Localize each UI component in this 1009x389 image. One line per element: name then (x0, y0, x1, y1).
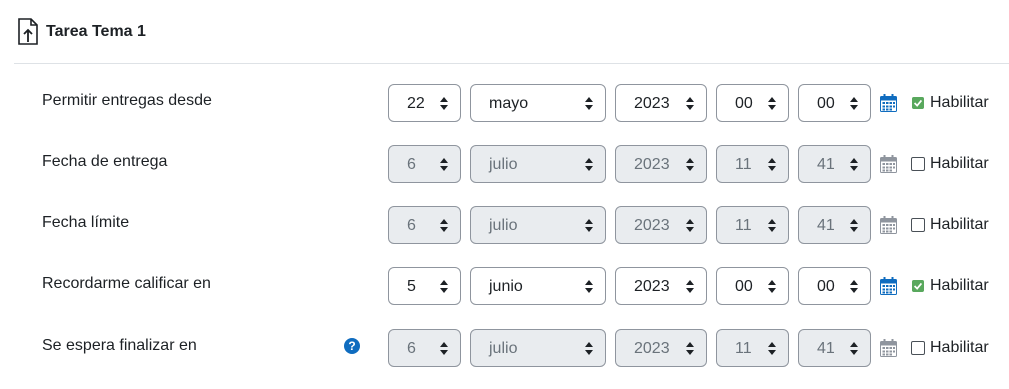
day-select[interactable]: 6 (388, 206, 461, 244)
month-select[interactable]: julio (470, 145, 606, 183)
month-select[interactable]: julio (470, 206, 606, 244)
page-title: Tarea Tema 1 (46, 23, 146, 40)
sort-arrows-icon (768, 342, 776, 355)
calendar-icon[interactable] (880, 216, 897, 234)
year-select[interactable]: 2023 (615, 145, 707, 183)
month-select[interactable]: mayo (470, 84, 606, 122)
sort-arrows-icon (850, 280, 858, 293)
hour-select[interactable]: 00 (716, 267, 789, 305)
enable-checkbox[interactable] (911, 157, 925, 171)
enable-label[interactable]: Habilitar (930, 277, 989, 295)
enable-checkbox[interactable] (911, 341, 925, 355)
row-label: Fecha límite (42, 214, 130, 231)
date-row-expected-completion: Se espera finalizar en ? 6 julio 2023 11… (0, 329, 1009, 369)
calendar-icon[interactable] (880, 94, 897, 112)
header-divider (14, 63, 1009, 64)
month-select[interactable]: junio (470, 267, 606, 305)
sort-arrows-icon (850, 342, 858, 355)
sort-arrows-icon (440, 158, 448, 171)
hour-select[interactable]: 00 (716, 84, 789, 122)
sort-arrows-icon (440, 219, 448, 232)
year-select[interactable]: 2023 (615, 329, 707, 367)
sort-arrows-icon (686, 158, 694, 171)
date-row-due-date: Fecha de entrega 6 julio 2023 11 41 Habi… (0, 145, 1009, 185)
sort-arrows-icon (768, 280, 776, 293)
year-select[interactable]: 2023 (615, 267, 707, 305)
enable-checkbox[interactable] (911, 218, 925, 232)
month-select[interactable]: julio (470, 329, 606, 367)
sort-arrows-icon (850, 219, 858, 232)
enable-label[interactable]: Habilitar (930, 94, 989, 112)
day-select[interactable]: 22 (388, 84, 461, 122)
help-icon[interactable]: ? (344, 338, 360, 354)
date-row-grading-reminder: Recordarme calificar en 5 junio 2023 00 … (0, 267, 1009, 307)
sort-arrows-icon (585, 219, 593, 232)
minute-select[interactable]: 41 (798, 329, 871, 367)
sort-arrows-icon (440, 97, 448, 110)
enable-checkbox[interactable] (911, 279, 925, 293)
sort-arrows-icon (768, 97, 776, 110)
sort-arrows-icon (768, 158, 776, 171)
year-select[interactable]: 2023 (615, 84, 707, 122)
sort-arrows-icon (440, 342, 448, 355)
date-row-cutoff-date: Fecha límite 6 julio 2023 11 41 Habilita… (0, 206, 1009, 246)
year-select[interactable]: 2023 (615, 206, 707, 244)
minute-select[interactable]: 41 (798, 206, 871, 244)
sort-arrows-icon (686, 219, 694, 232)
calendar-icon[interactable] (880, 277, 897, 295)
sort-arrows-icon (850, 97, 858, 110)
sort-arrows-icon (585, 158, 593, 171)
minute-select[interactable]: 41 (798, 145, 871, 183)
hour-select[interactable]: 11 (716, 329, 789, 367)
sort-arrows-icon (440, 280, 448, 293)
sort-arrows-icon (686, 342, 694, 355)
section-header: Tarea Tema 1 (17, 17, 146, 47)
enable-label[interactable]: Habilitar (930, 339, 989, 357)
minute-select[interactable]: 00 (798, 267, 871, 305)
assignment-upload-icon (18, 18, 38, 45)
minute-select[interactable]: 00 (798, 84, 871, 122)
calendar-icon[interactable] (880, 155, 897, 173)
enable-label[interactable]: Habilitar (930, 216, 989, 234)
sort-arrows-icon (585, 342, 593, 355)
calendar-icon[interactable] (880, 339, 897, 357)
day-select[interactable]: 5 (388, 267, 461, 305)
enable-checkbox[interactable] (911, 96, 925, 110)
sort-arrows-icon (585, 280, 593, 293)
date-row-allow-submissions: Permitir entregas desde 22 mayo 2023 00 … (0, 84, 1009, 124)
row-label: Se espera finalizar en (42, 337, 197, 354)
row-label: Fecha de entrega (42, 153, 168, 170)
day-select[interactable]: 6 (388, 145, 461, 183)
row-label: Permitir entregas desde (42, 92, 212, 109)
enable-label[interactable]: Habilitar (930, 155, 989, 173)
sort-arrows-icon (686, 97, 694, 110)
day-select[interactable]: 6 (388, 329, 461, 367)
sort-arrows-icon (850, 158, 858, 171)
row-label: Recordarme calificar en (42, 275, 211, 292)
hour-select[interactable]: 11 (716, 206, 789, 244)
hour-select[interactable]: 11 (716, 145, 789, 183)
sort-arrows-icon (686, 280, 694, 293)
sort-arrows-icon (585, 97, 593, 110)
sort-arrows-icon (768, 219, 776, 232)
